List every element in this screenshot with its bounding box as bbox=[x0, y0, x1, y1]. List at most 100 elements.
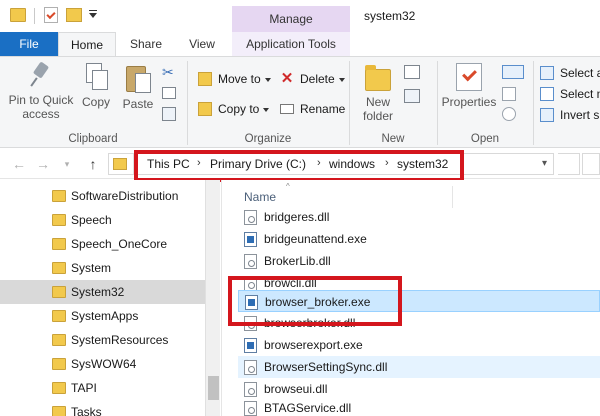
chevron-down-icon bbox=[338, 77, 345, 82]
file-name: BrowserSettingSync.dll bbox=[264, 360, 388, 374]
window-title: system32 bbox=[364, 9, 416, 23]
easy-access-button[interactable] bbox=[404, 89, 420, 103]
properties-icon bbox=[456, 63, 482, 91]
copy-to-button[interactable]: Copy to bbox=[196, 99, 270, 119]
select-all-label: Select a bbox=[560, 66, 600, 80]
folder-icon bbox=[52, 238, 66, 250]
tab-file[interactable]: File bbox=[0, 32, 58, 56]
rename-button[interactable]: Rename bbox=[278, 99, 345, 119]
nav-folder-item[interactable]: System bbox=[0, 256, 205, 280]
open-button[interactable] bbox=[502, 65, 524, 79]
nav-folder-item[interactable]: Speech bbox=[0, 208, 205, 232]
nav-folder-item[interactable]: TAPI bbox=[0, 376, 205, 400]
paste-label: Paste bbox=[122, 97, 154, 111]
clipboard-group: Pin to Quick access Copy Paste ✂ Clipboa… bbox=[0, 57, 186, 149]
move-to-button[interactable]: Move to bbox=[196, 69, 271, 89]
paste-icon bbox=[125, 63, 151, 93]
forward-arrow-icon[interactable]: → bbox=[34, 155, 52, 173]
new-folder-button[interactable]: New folder bbox=[358, 63, 398, 123]
navigation-pane: SoftwareDistribution Speech Speech_OneCo… bbox=[0, 180, 220, 416]
exe-file-icon bbox=[244, 338, 257, 353]
folder-icon bbox=[52, 190, 66, 202]
paste-button[interactable]: Paste bbox=[120, 63, 156, 111]
scrollbar-thumb[interactable] bbox=[208, 376, 219, 400]
new-folder-icon bbox=[365, 65, 391, 91]
file-row[interactable]: BrokerLib.dll bbox=[238, 250, 600, 272]
copy-path-button[interactable] bbox=[162, 87, 176, 99]
open-group-label: Open bbox=[470, 133, 500, 145]
nav-folder-label: Speech_OneCore bbox=[71, 237, 168, 251]
select-none-label: Select n bbox=[560, 87, 600, 101]
nav-pane-scrollbar[interactable] bbox=[205, 180, 220, 416]
organize-group-label: Organize bbox=[244, 133, 292, 145]
search-input[interactable] bbox=[582, 153, 600, 175]
pin-label-line2: access bbox=[22, 107, 60, 121]
invert-selection-button[interactable]: Invert s bbox=[538, 105, 599, 125]
organize-group: Move to Copy to ✕ Delete Rename Organize bbox=[188, 57, 348, 149]
nav-folder-label: TAPI bbox=[71, 381, 97, 395]
sort-caret-icon: ^ bbox=[286, 182, 290, 191]
pin-to-quick-access-button[interactable]: Pin to Quick access bbox=[4, 63, 78, 121]
folder-icon bbox=[52, 214, 66, 226]
nav-folder-item[interactable]: SoftwareDistribution bbox=[0, 184, 205, 208]
column-divider[interactable] bbox=[452, 186, 453, 208]
nav-folder-item[interactable]: Speech_OneCore bbox=[0, 232, 205, 256]
edit-button[interactable] bbox=[502, 87, 516, 101]
dll-file-icon bbox=[244, 382, 257, 397]
properties-quick-access-button[interactable] bbox=[44, 7, 58, 23]
select-group: Select a Select n Invert s bbox=[534, 57, 600, 149]
nav-folder-item-selected[interactable]: System32 bbox=[0, 280, 205, 304]
tab-application-tools[interactable]: Application Tools bbox=[232, 32, 350, 56]
file-row[interactable]: bridgeunattend.exe bbox=[238, 228, 600, 250]
folder-icon bbox=[52, 382, 66, 394]
nav-folder-label: SystemResources bbox=[71, 333, 169, 347]
new-folder-label-line1: New bbox=[365, 95, 390, 109]
tab-home[interactable]: Home bbox=[58, 32, 116, 57]
tab-share[interactable]: Share bbox=[118, 32, 174, 56]
cut-button[interactable]: ✂ bbox=[162, 65, 178, 79]
refresh-button[interactable] bbox=[558, 153, 580, 175]
copy-button[interactable]: Copy bbox=[78, 63, 114, 109]
select-all-button[interactable]: Select a bbox=[538, 63, 600, 83]
recent-locations-dropdown[interactable]: ▾ bbox=[58, 155, 76, 173]
file-row[interactable]: BrowserSettingSync.dll bbox=[238, 356, 600, 378]
folder-icon bbox=[52, 262, 66, 274]
tab-view[interactable]: View bbox=[176, 32, 228, 56]
new-group-label: New bbox=[381, 133, 405, 145]
up-arrow-icon[interactable]: ↑ bbox=[84, 155, 102, 173]
clipboard-group-label: Clipboard bbox=[68, 133, 118, 145]
properties-label: Properties bbox=[441, 95, 497, 109]
select-none-button[interactable]: Select n bbox=[538, 84, 600, 104]
nav-folder-item[interactable]: SystemApps bbox=[0, 304, 205, 328]
column-header-name[interactable]: Name bbox=[244, 190, 276, 204]
nav-folder-item[interactable]: SysWOW64 bbox=[0, 352, 205, 376]
new-item-button[interactable] bbox=[404, 65, 420, 79]
toolbar-divider bbox=[34, 8, 35, 24]
file-name: bridgeres.dll bbox=[264, 210, 330, 224]
nav-folder-item[interactable]: SystemResources bbox=[0, 328, 205, 352]
copy-label: Copy bbox=[81, 95, 110, 109]
copy-icon bbox=[84, 63, 108, 91]
nav-folder-label: SystemApps bbox=[71, 309, 139, 323]
customize-quick-access-dropdown[interactable] bbox=[88, 10, 98, 20]
history-button[interactable] bbox=[502, 107, 516, 121]
file-row[interactable]: browserexport.exe bbox=[238, 334, 600, 356]
delete-icon: ✕ bbox=[280, 70, 294, 87]
dll-file-icon bbox=[244, 210, 257, 225]
nav-folder-item[interactable]: Tasks bbox=[0, 400, 205, 416]
manage-context-tab[interactable]: Manage bbox=[232, 6, 350, 32]
pin-label-line1: Pin to Quick bbox=[8, 93, 74, 107]
new-folder-label-line2: folder bbox=[362, 109, 394, 123]
address-dropdown-icon[interactable]: ▾ bbox=[542, 158, 547, 169]
properties-button[interactable]: Properties bbox=[440, 63, 498, 109]
ribbon-tabs: File Home Share View Application Tools bbox=[0, 32, 600, 57]
exe-file-icon bbox=[244, 232, 257, 247]
file-row[interactable]: bridgeres.dll bbox=[238, 206, 600, 228]
dll-file-icon bbox=[244, 401, 257, 416]
delete-button[interactable]: ✕ Delete bbox=[278, 69, 345, 89]
file-row[interactable]: BTAGService.dll bbox=[238, 397, 600, 416]
back-arrow-icon[interactable]: ← bbox=[10, 155, 28, 173]
chevron-down-icon bbox=[263, 107, 270, 112]
paste-shortcut-button[interactable] bbox=[162, 107, 176, 121]
new-folder-quick-access-button[interactable] bbox=[66, 8, 82, 22]
